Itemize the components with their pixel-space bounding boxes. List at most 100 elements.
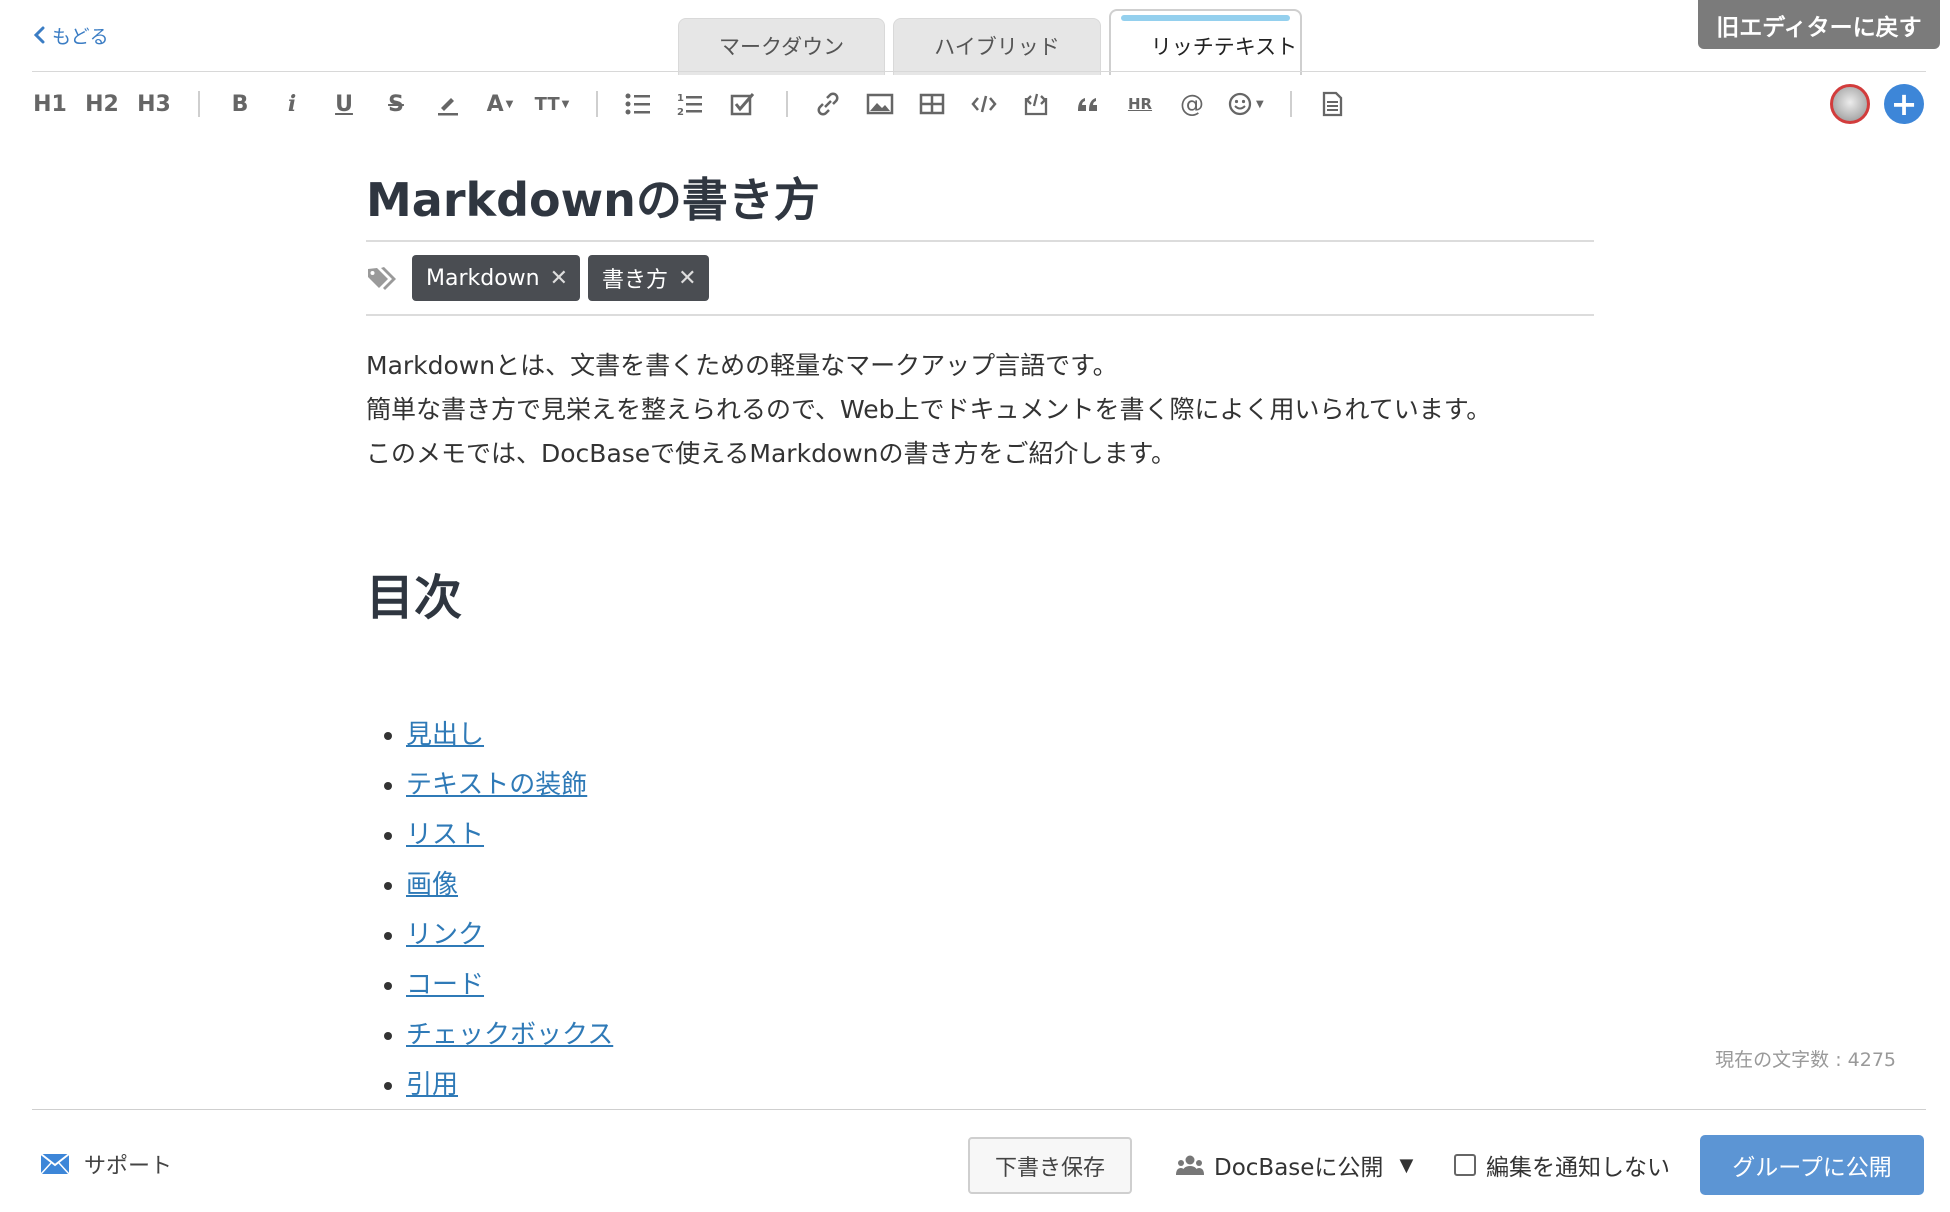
toc-link[interactable]: 画像 <box>406 870 458 900</box>
paragraph: このメモでは、DocBaseで使えるMarkdownの書き方をご紹介します。 <box>366 439 1177 468</box>
checkbox-icon <box>730 93 755 116</box>
image-icon <box>866 93 894 115</box>
list-item: テキストの装飾 <box>406 760 1594 810</box>
heading1-button[interactable]: H1 <box>32 84 68 124</box>
toc-heading: 目次 <box>366 570 463 626</box>
toc-link[interactable]: チェックボックス <box>406 1020 613 1050</box>
group-icon <box>1176 1155 1204 1175</box>
no-notify-label: 編集を通知しない <box>1486 1155 1670 1181</box>
publish-scope-label: DocBaseに公開 <box>1214 1155 1384 1181</box>
toc-link[interactable]: リンク <box>406 920 484 950</box>
table-of-contents: 見出し テキストの装飾 リスト 画像 リンク コード チェックボックス 引用 <box>366 710 1594 1110</box>
tag-row: Markdown ✕ 書き方 ✕ <box>366 242 1594 316</box>
tab-hybrid[interactable]: ハイブリッド <box>893 18 1101 75</box>
envelope-icon <box>40 1153 70 1175</box>
toolbar-separator <box>786 91 788 117</box>
tag-label: Markdown <box>426 265 540 291</box>
heading2-button[interactable]: H2 <box>84 84 120 124</box>
image-button[interactable] <box>862 84 898 124</box>
toolbar-separator <box>596 91 598 117</box>
table-button[interactable] <box>914 84 950 124</box>
legacy-editor-button[interactable]: 旧エディターに戻す <box>1698 0 1940 49</box>
caret-down-icon: ▼ <box>561 98 570 110</box>
emoji-button[interactable]: ▼ <box>1226 84 1264 124</box>
code-block-icon <box>1024 93 1048 116</box>
back-label: もどる <box>52 25 109 48</box>
add-button[interactable]: + <box>1884 84 1924 124</box>
user-avatar[interactable] <box>1830 84 1870 124</box>
emoji-icon <box>1228 92 1252 116</box>
heading3-button[interactable]: H3 <box>136 84 172 124</box>
code-button[interactable] <box>966 84 1002 124</box>
toolbar-separator <box>198 91 200 117</box>
list-item: コード <box>406 960 1594 1010</box>
tab-richtext[interactable]: リッチテキスト <box>1108 9 1302 75</box>
italic-button[interactable]: i <box>274 84 310 124</box>
code-icon <box>971 95 997 113</box>
editor-mode-tabs: マークダウン ハイブリッド リッチテキスト <box>678 6 1302 75</box>
highlight-button[interactable] <box>430 84 466 124</box>
tag-label: 書き方 <box>602 268 669 293</box>
mention-button[interactable]: @ <box>1174 84 1210 124</box>
template-button[interactable] <box>1314 84 1350 124</box>
footer-divider <box>32 1109 1926 1110</box>
list-item: 引用 <box>406 1060 1594 1110</box>
link-icon <box>817 92 839 116</box>
list-item: 画像 <box>406 860 1594 910</box>
checklist-button[interactable] <box>724 84 760 124</box>
bold-button[interactable]: B <box>222 84 258 124</box>
link-button[interactable] <box>810 84 846 124</box>
bullet-list-icon <box>625 93 650 115</box>
font-color-label: A <box>486 91 504 117</box>
paragraph: Markdownとは、文書を書くための軽量なマークアップ言語です。 <box>366 351 1118 380</box>
table-icon <box>919 93 945 115</box>
editor-content: Markdown ✕ 書き方 ✕ Markdownとは、文書を書くための軽量なマ… <box>366 170 1594 1110</box>
support-label: サポート <box>84 1154 173 1179</box>
publish-scope-dropdown[interactable]: DocBaseに公開 ▼ <box>1176 1148 1413 1182</box>
support-link[interactable]: サポート <box>40 1148 172 1180</box>
font-color-button[interactable]: A ▼ <box>482 84 518 124</box>
close-icon[interactable]: ✕ <box>550 266 568 291</box>
list-item: 見出し <box>406 710 1594 760</box>
text-size-button[interactable]: TT ▼ <box>534 84 570 124</box>
notify-option: 編集を通知しない <box>1454 1148 1670 1182</box>
caret-down-icon: ▼ <box>1256 98 1264 110</box>
toc-link[interactable]: 見出し <box>406 720 484 750</box>
no-notify-checkbox[interactable] <box>1454 1154 1476 1176</box>
horizontal-rule-button[interactable]: HR <box>1122 84 1158 124</box>
document-body[interactable]: Markdownとは、文書を書くための軽量なマークアップ言語です。 簡単な書き方… <box>366 344 1594 476</box>
strikethrough-button[interactable]: S <box>378 84 414 124</box>
tag-chip: Markdown ✕ <box>412 255 581 301</box>
underline-button[interactable]: U <box>326 84 362 124</box>
toc-link[interactable]: コード <box>406 970 484 1000</box>
code-block-button[interactable] <box>1018 84 1054 124</box>
highlighter-icon <box>438 98 458 116</box>
text-size-label: TT <box>534 93 560 115</box>
close-icon[interactable]: ✕ <box>678 266 696 291</box>
paragraph: 簡単な書き方で見栄えを整えられるので、Web上でドキュメントを書く際によく用いら… <box>366 395 1492 424</box>
tag-chip: 書き方 ✕ <box>588 255 709 301</box>
svg-text:2: 2 <box>677 107 684 118</box>
chevron-left-icon <box>33 26 45 44</box>
quote-button[interactable] <box>1070 84 1106 124</box>
back-link[interactable]: もどる <box>32 20 109 50</box>
save-draft-button[interactable]: 下書き保存 <box>968 1137 1132 1194</box>
quote-icon <box>1078 98 1097 111</box>
numbered-list-icon: 12 <box>677 93 702 118</box>
svg-text:1: 1 <box>677 93 684 104</box>
title-input[interactable] <box>366 170 1594 242</box>
toc-link[interactable]: 引用 <box>406 1070 458 1100</box>
caret-down-icon: ▼ <box>505 98 514 110</box>
list-item: チェックボックス <box>406 1010 1594 1060</box>
formatting-toolbar: H1 H2 H3 B i U S A ▼ TT ▼ 12 HR @ ▼ <box>32 80 1366 128</box>
toolbar-divider <box>32 71 1926 72</box>
toc-link[interactable]: リスト <box>406 820 484 850</box>
publish-to-group-button[interactable]: グループに公開 <box>1700 1135 1924 1195</box>
toc-link[interactable]: テキストの装飾 <box>406 770 587 800</box>
numbered-list-button[interactable]: 12 <box>672 84 708 124</box>
tab-markdown[interactable]: マークダウン <box>678 18 886 75</box>
tags-icon <box>368 267 396 290</box>
caret-down-icon: ▼ <box>1399 1154 1414 1176</box>
toolbar-separator <box>1289 91 1292 117</box>
bullet-list-button[interactable] <box>620 84 656 124</box>
